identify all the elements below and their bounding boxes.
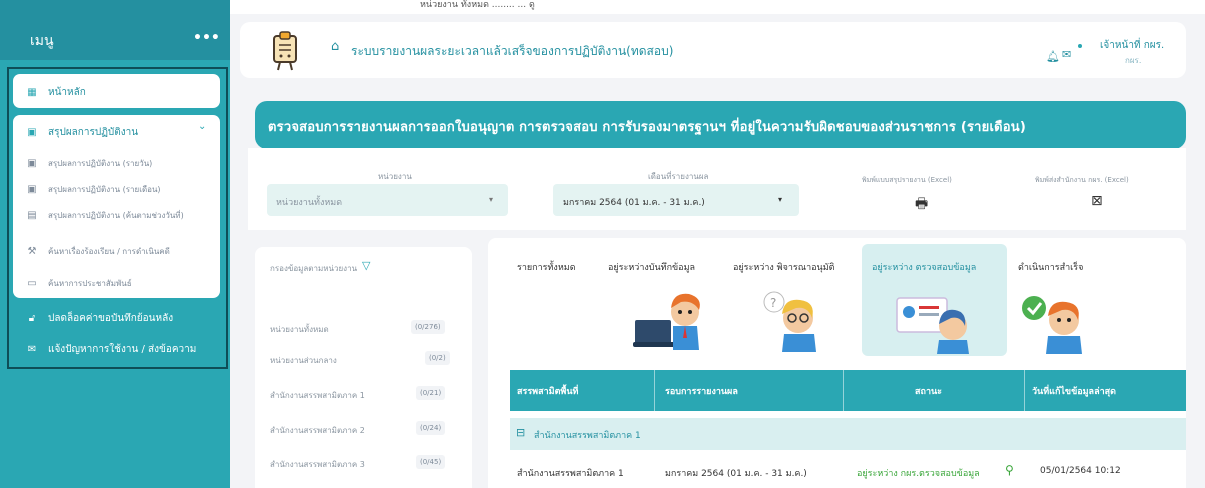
table-cell-area: สำนักงานสรรพสามิตภาค 1 bbox=[517, 469, 624, 479]
mail-icon: ✉ bbox=[27, 344, 37, 355]
sidebar-item-report[interactable]: ✉ แจ้งปัญหาการใช้งาน / ส่งข้อความ bbox=[26, 342, 197, 357]
column-header-status[interactable]: สถานะ bbox=[915, 384, 942, 398]
monitor-icon: ▭ bbox=[27, 278, 37, 289]
sidebar-item-label: ค้นหาการประชาสัมพันธ์ bbox=[48, 279, 132, 288]
user-org: กผร. bbox=[1125, 56, 1142, 65]
chevron-down-icon: ⌄ bbox=[198, 121, 207, 132]
column-divider bbox=[1024, 370, 1025, 411]
calendar-icon: ▣ bbox=[27, 158, 37, 169]
sidebar-item-date-range[interactable]: ▤ สรุปผลการปฏิบัติงาน (ค้นตามช่วงวันที่) bbox=[26, 209, 184, 222]
sidebar-group-summary[interactable]: ▣ สรุปผลการปฏิบัติงาน ⌄ bbox=[26, 121, 206, 140]
system-title[interactable]: ระบบรายงานผลระยะเวลาแล้วเสร็จของการปฏิบั… bbox=[351, 42, 673, 61]
sidebar-item-pr[interactable]: ▭ ค้นหาการประชาสัมพันธ์ bbox=[26, 277, 132, 290]
illustration-recording bbox=[633, 293, 700, 350]
column-header-updated[interactable]: วันที่แก้ไขข้อมูลล่าสุด bbox=[1032, 384, 1116, 398]
lock-icon: 🔓︎ bbox=[28, 313, 36, 324]
top-caption: หน่วยงาน ทั้งหมด ........ ... ดู bbox=[420, 0, 535, 10]
chevron-down-icon: ▾ bbox=[778, 195, 783, 204]
agency-row-label[interactable]: สำนักงานสรรพสามิตภาค 3 bbox=[270, 458, 365, 471]
table-group-label[interactable]: สำนักงานสรรพสามิตภาค 1 bbox=[534, 428, 641, 442]
column-header-period[interactable]: รอบการรายงานผล bbox=[665, 384, 738, 398]
agency-row-label[interactable]: หน่วยงานทั้งหมด bbox=[270, 323, 329, 336]
filter-icon[interactable]: ▽ bbox=[362, 259, 370, 272]
month-select-value: มกราคม 2564 (01 ม.ค. - 31 ม.ค.) bbox=[563, 198, 705, 208]
agency-row-count: (0/276) bbox=[411, 320, 445, 334]
table-cell-status: อยู่ระหว่าง กผร.ตรวจสอบข้อมูล bbox=[857, 469, 980, 479]
tab-recording[interactable]: อยู่ระหว่างบันทึกข้อมูล bbox=[608, 260, 695, 274]
agency-filter-heading: กรองข้อมูลตามหน่วยงาน bbox=[270, 264, 358, 273]
sidebar-item-label: สรุปผลการปฏิบัติงาน (ค้นตามช่วงวันที่) bbox=[48, 211, 184, 220]
agency-row-label[interactable]: สำนักงานสรรพสามิตภาค 1 bbox=[270, 389, 365, 402]
agency-label: หน่วยงาน bbox=[378, 172, 412, 181]
sidebar-item-unlock[interactable]: 🔓︎ ปลดล็อคค่าขอบันทึกย้อนหลัง bbox=[26, 311, 173, 326]
tab-verifying[interactable]: อยู่ระหว่าง ตรวจสอบข้อมูล bbox=[872, 260, 976, 274]
grid-icon: ▦ bbox=[27, 87, 37, 98]
status-panel bbox=[488, 238, 1186, 488]
svg-text:?: ? bbox=[770, 296, 776, 310]
table-cell-updated: 05/01/2564 10:12 bbox=[1040, 466, 1121, 476]
bell-icon[interactable]: 🔔︎ bbox=[1046, 50, 1060, 63]
sidebar-item-monthly[interactable]: ▣ สรุปผลการปฏิบัติงาน (รายเดือน) bbox=[26, 183, 161, 196]
illustration-verifying bbox=[896, 297, 969, 354]
table-cell-period: มกราคม 2564 (01 ม.ค. - 31 ม.ค.) bbox=[665, 469, 807, 479]
chevron-down-icon: ▾ bbox=[489, 195, 494, 204]
sidebar-item-complaints[interactable]: ⚒ ค้นหาเรื่องร้องเรียน / การดำเนินคดี bbox=[26, 245, 170, 258]
tab-completed[interactable]: ดำเนินการสำเร็จ bbox=[1018, 260, 1083, 274]
sidebar-group-label: สรุปผลการปฏิบัติงาน bbox=[48, 127, 139, 138]
page-title: ตรวจสอบการรายงานผลการออกใบอนุญาต การตรวจ… bbox=[268, 120, 1026, 135]
tab-all[interactable]: รายการทั้งหมด bbox=[517, 260, 576, 274]
clipboard-logo-icon bbox=[273, 31, 297, 71]
agency-row-count: (0/45) bbox=[416, 455, 446, 469]
month-label: เดือนที่รายงานผล bbox=[648, 172, 709, 181]
sidebar: เมนู ••• ▦ หน้าหลัก ▣ สรุปผลการปฏิบัติงา… bbox=[0, 0, 230, 488]
calendar-icon: ▣ bbox=[27, 184, 37, 195]
sidebar-item-label: หน้าหลัก bbox=[48, 87, 86, 98]
envelope-icon[interactable]: ✉ bbox=[1062, 48, 1071, 61]
home-icon[interactable]: ⌂ bbox=[331, 39, 339, 54]
sidebar-item-label: ปลดล็อคค่าขอบันทึกย้อนหลัง bbox=[48, 313, 174, 324]
top-strip bbox=[230, 0, 1205, 14]
collapse-icon[interactable]: ⊟ bbox=[516, 426, 525, 439]
agency-filter-panel bbox=[255, 247, 472, 488]
agency-row-label[interactable]: หน่วยงานส่วนกลาง bbox=[270, 354, 337, 367]
sidebar-more-icon[interactable]: ••• bbox=[193, 30, 220, 46]
agency-row-label[interactable]: สำนักงานสรรพสามิตภาค 2 bbox=[270, 424, 365, 437]
column-divider bbox=[654, 370, 655, 411]
illustration-completed bbox=[1022, 296, 1082, 354]
document-icon: ▤ bbox=[27, 210, 37, 221]
print-summary-label: พิมพ์แบบสรุปรายงาน (Excel) bbox=[862, 176, 952, 184]
sidebar-item-home[interactable]: ▦ หน้าหลัก bbox=[26, 85, 86, 100]
illustration-approving: ? bbox=[763, 291, 816, 352]
printer-icon[interactable]: 🖶 bbox=[915, 193, 928, 217]
agency-row-count: (0/2) bbox=[425, 351, 450, 365]
notification-dot bbox=[1078, 44, 1082, 48]
sidebar-item-label: ค้นหาเรื่องร้องเรียน / การดำเนินคดี bbox=[48, 247, 170, 256]
sidebar-item-label: สรุปผลการปฏิบัติงาน (รายวัน) bbox=[48, 159, 153, 168]
sidebar-title: เมนู bbox=[30, 33, 54, 49]
search-icon[interactable]: ⚲ bbox=[1005, 463, 1014, 477]
column-divider bbox=[843, 370, 844, 411]
sidebar-item-label: สรุปผลการปฏิบัติงาน (รายเดือน) bbox=[48, 185, 161, 194]
tab-approving[interactable]: อยู่ระหว่าง พิจารณาอนุมัติ bbox=[733, 260, 834, 274]
sidebar-item-label: แจ้งปัญหาการใช้งาน / ส่งข้อความ bbox=[48, 344, 197, 355]
gavel-icon: ⚒ bbox=[27, 246, 37, 257]
agency-select-value: หน่วยงานทั้งหมด bbox=[276, 198, 343, 208]
excel-icon[interactable]: ⊠ bbox=[1091, 193, 1103, 209]
sidebar-item-daily[interactable]: ▣ สรุปผลการปฏิบัติงาน (รายวัน) bbox=[26, 157, 152, 170]
user-name[interactable]: เจ้าหน้าที่ กผร. bbox=[1100, 38, 1164, 53]
calendar-icon: ▣ bbox=[27, 127, 37, 138]
export-excel-label: พิมพ์ส่งสำนักงาน กผร. (Excel) bbox=[1035, 176, 1129, 184]
agency-row-count: (0/24) bbox=[416, 421, 446, 435]
sidebar-submenu-card bbox=[13, 115, 220, 298]
column-header-area[interactable]: สรรพสามิตพื้นที่ bbox=[517, 384, 578, 398]
agency-row-count: (0/21) bbox=[416, 386, 446, 400]
